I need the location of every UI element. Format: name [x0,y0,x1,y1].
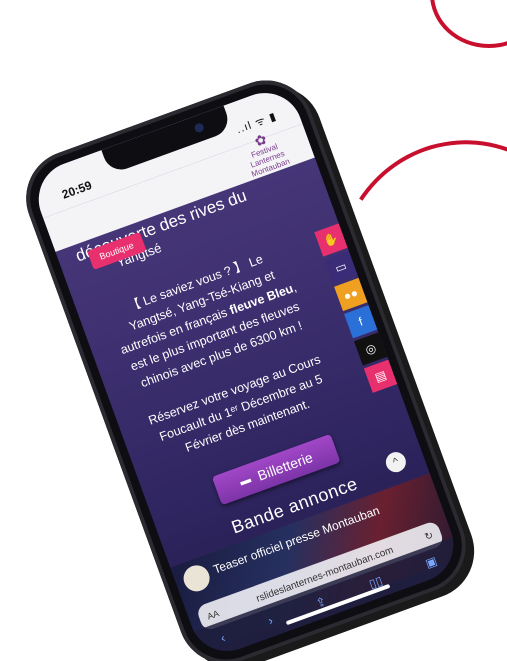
status-time: 20:59 [60,178,94,202]
annotation-circle-top [430,0,507,48]
back-icon[interactable]: ‹ [219,631,228,646]
article-text: 【 Le saviez vous ? 】 Le Yangtsé, Yang-Ts… [103,242,340,468]
tabs-icon[interactable]: ▣ [423,554,438,571]
billetterie-label: Billetterie [255,448,315,484]
text-size-button[interactable]: AA [206,608,221,622]
ticket-icon: ▬ [238,473,253,489]
stage: 20:59 ..ıl ᯤ ▮ ✿ Festival Lanternes Mont… [0,0,507,661]
camera-icon [193,122,205,134]
shop-icon[interactable]: ▤ [363,359,398,393]
channel-avatar [179,561,214,596]
forward-icon[interactable]: › [266,613,275,628]
